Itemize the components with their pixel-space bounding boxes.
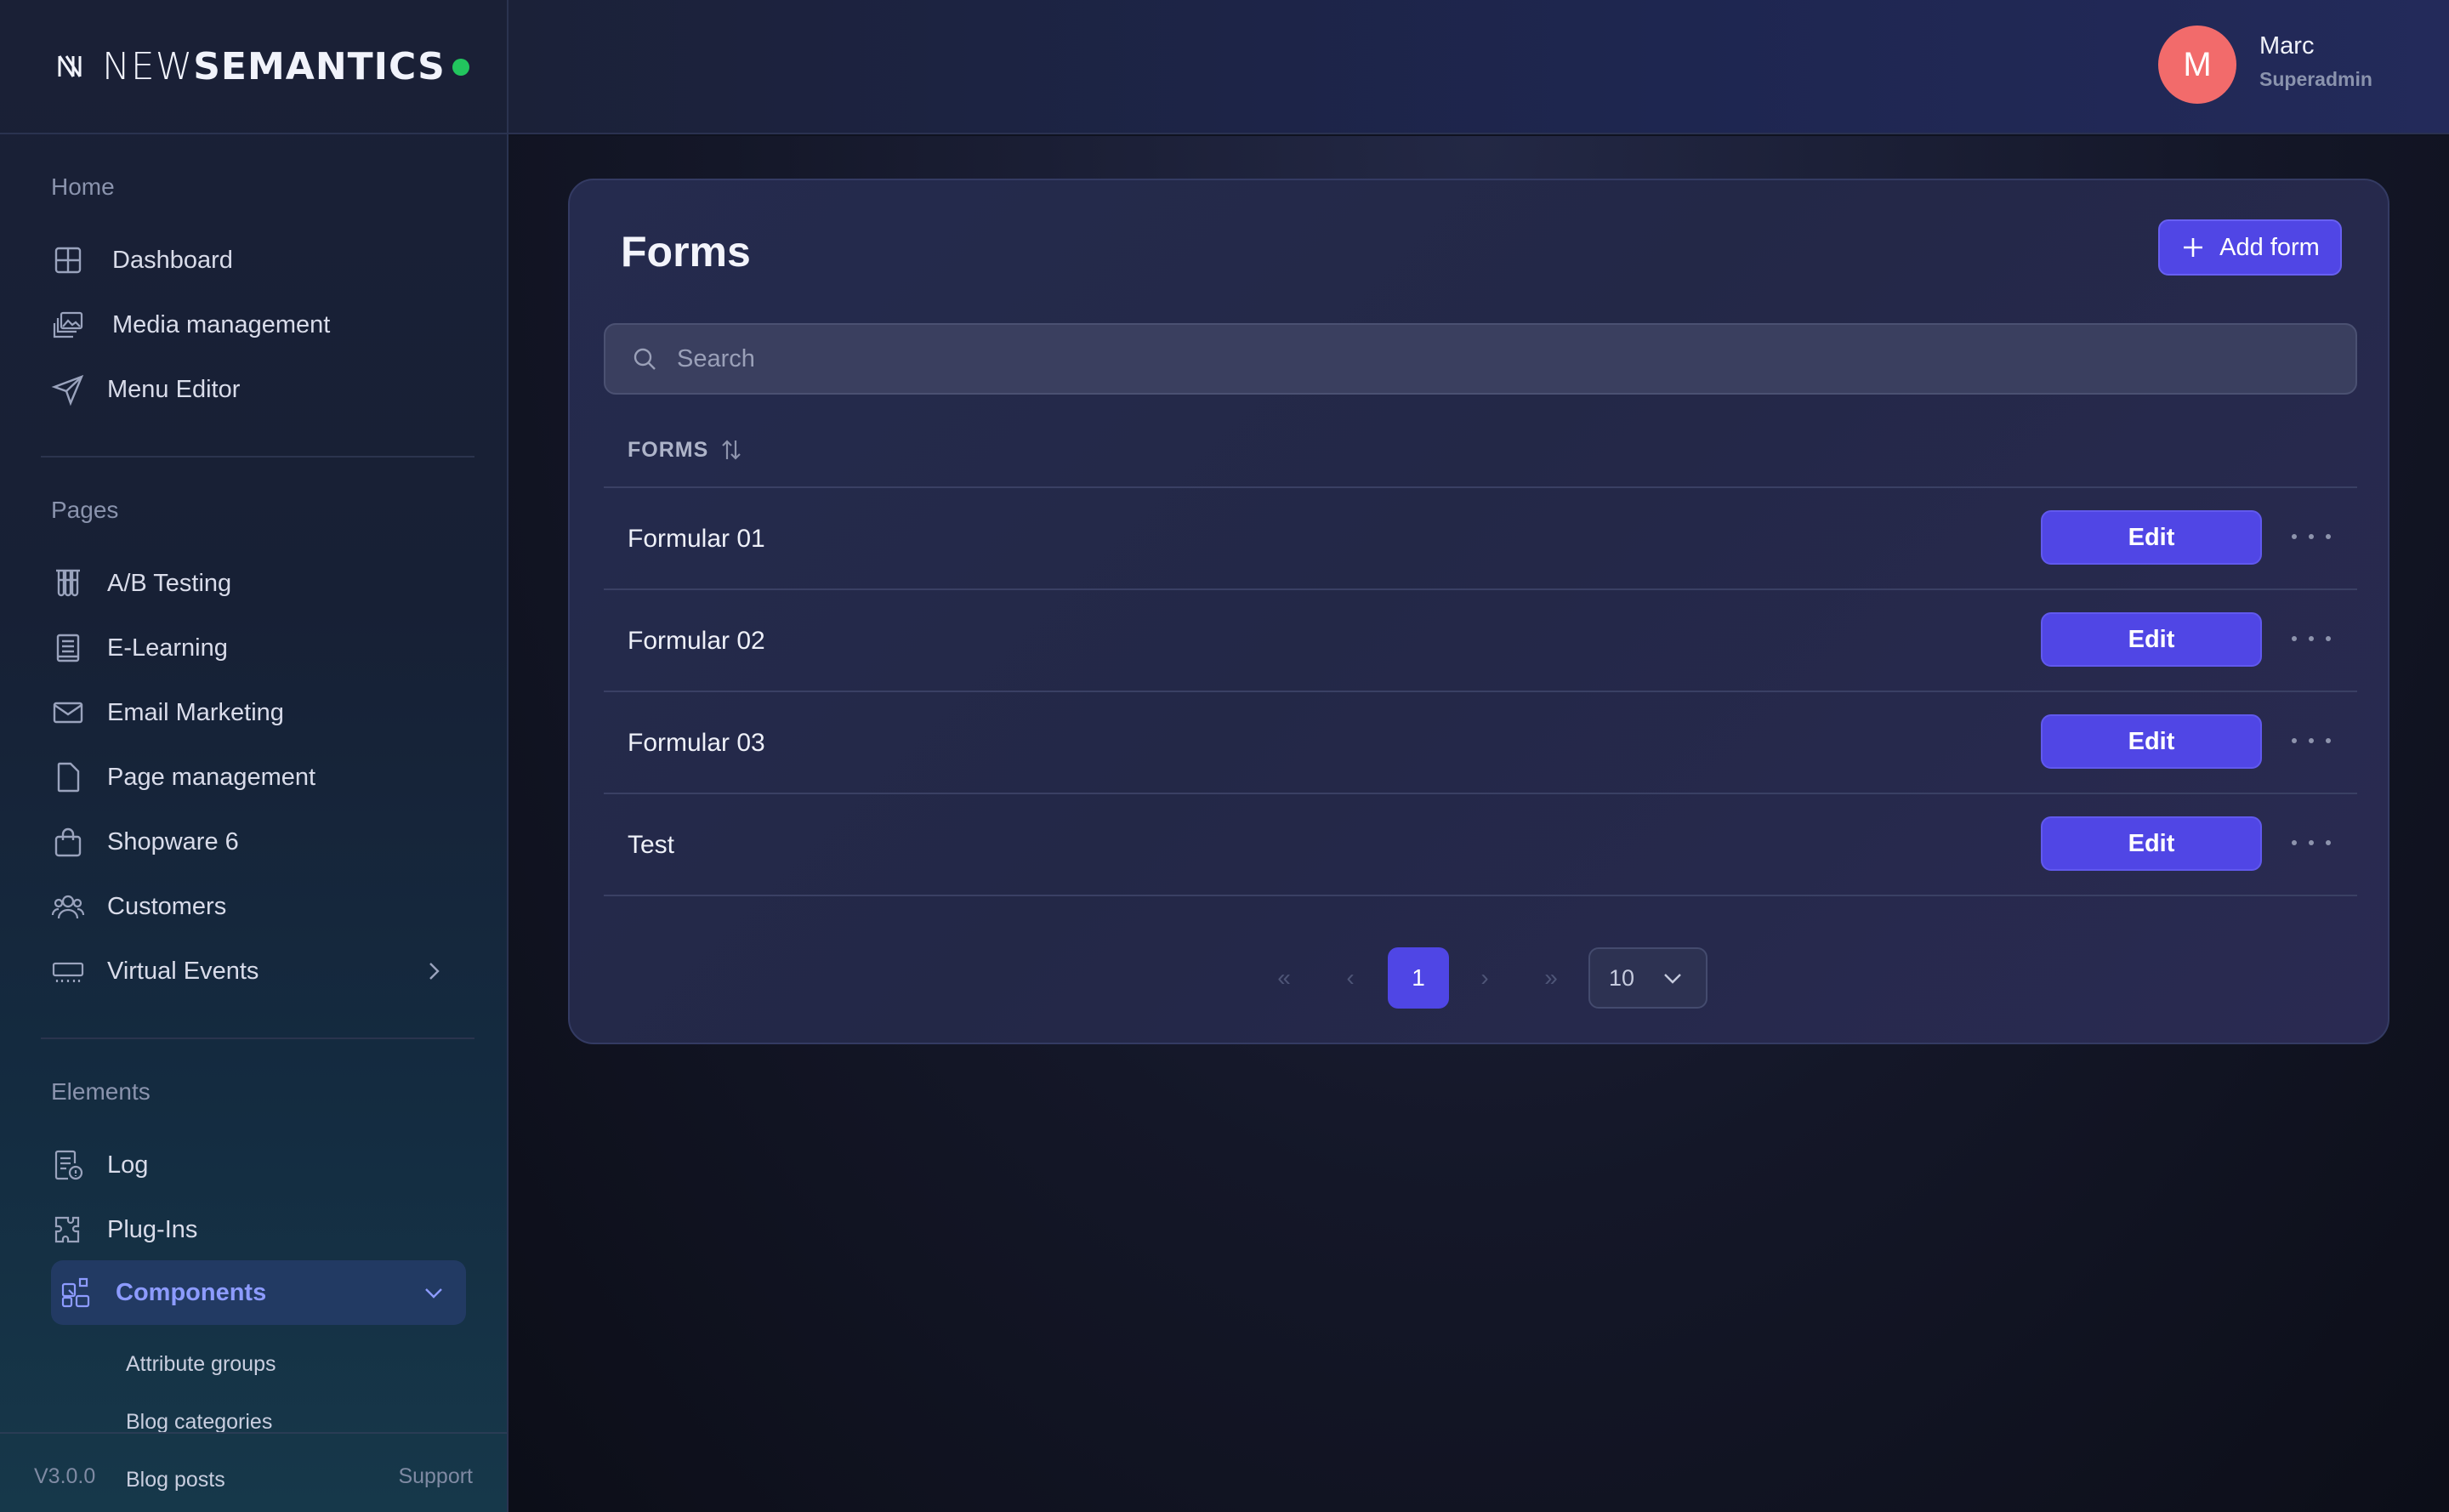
- table-row: Test Edit: [604, 793, 2357, 895]
- ticket-icon: [52, 962, 84, 982]
- status-dot: [452, 59, 469, 76]
- edit-button[interactable]: Edit: [2041, 612, 2262, 667]
- newsemantics-logo-icon: [58, 55, 82, 77]
- version-label: V3.0.0: [34, 1464, 96, 1488]
- support-link[interactable]: Support: [398, 1464, 473, 1489]
- per-page-value: 10: [1609, 964, 1635, 991]
- images-icon: [53, 311, 83, 338]
- sidebar-item-media-management[interactable]: Media management: [51, 298, 466, 352]
- table-bottom-border: [604, 895, 2357, 896]
- sidebar-subitem-blog-categories[interactable]: Blog categories: [126, 1410, 272, 1435]
- top-bar: M Marc Superadmin: [509, 0, 2449, 134]
- sidebar-item-dashboard[interactable]: Dashboard: [51, 233, 466, 287]
- sort-icon[interactable]: [719, 437, 744, 463]
- next-page-button[interactable]: ›: [1454, 947, 1515, 1009]
- plus-icon: [2184, 238, 2203, 257]
- sidebar-item-e-learning[interactable]: E-Learning: [51, 621, 466, 675]
- edit-button[interactable]: Edit: [2041, 714, 2262, 769]
- grid-icon: [54, 247, 82, 274]
- sidebar-item-label: E-Learning: [107, 634, 228, 662]
- sidebar-item-label: Customers: [107, 892, 227, 920]
- edit-button[interactable]: Edit: [2041, 510, 2262, 565]
- prev-page-button[interactable]: ‹: [1320, 947, 1381, 1009]
- table-row: Formular 01 Edit: [604, 486, 2357, 588]
- book-icon: [56, 634, 80, 662]
- sidebar-item-label: Plug-Ins: [107, 1215, 198, 1243]
- table-row: Formular 03 Edit: [604, 691, 2357, 793]
- add-form-label: Add form: [2219, 233, 2320, 261]
- more-options-icon[interactable]: [2292, 522, 2331, 551]
- send-icon: [51, 374, 84, 406]
- per-page-select[interactable]: 10: [1588, 947, 1707, 1009]
- sidebar-item-email-marketing[interactable]: Email Marketing: [51, 685, 466, 740]
- nav-divider: [41, 456, 474, 458]
- brand-name: NEWSEMANTICS: [102, 44, 446, 88]
- sidebar-item-components[interactable]: Components: [51, 1260, 466, 1325]
- sidebar-item-page-management[interactable]: Page management: [51, 750, 466, 804]
- search-icon: [634, 348, 656, 370]
- shopping-bag-icon: [54, 827, 82, 857]
- search-box[interactable]: [604, 323, 2357, 395]
- sidebar-item-label: Log: [107, 1151, 149, 1179]
- brand[interactable]: NEWSEMANTICS: [0, 0, 507, 134]
- sidebar-item-log[interactable]: Log: [51, 1138, 466, 1192]
- sidebar-item-label: Dashboard: [112, 246, 233, 274]
- pagination: « ‹ 1 › » 10: [570, 947, 2391, 1012]
- puzzle-icon: [54, 1216, 80, 1243]
- sidebar-item-label: Components: [116, 1278, 267, 1306]
- user-name[interactable]: Marc: [2259, 32, 2314, 60]
- sidebar-item-menu-editor[interactable]: Menu Editor: [51, 362, 466, 417]
- nav-section-home: Home: [51, 173, 115, 200]
- sidebar-item-label: A/B Testing: [107, 569, 232, 597]
- sidebar-item-ab-testing[interactable]: A/B Testing: [51, 556, 466, 611]
- sidebar-item-shopware-6[interactable]: Shopware 6: [51, 815, 466, 869]
- more-options-icon[interactable]: [2292, 624, 2331, 653]
- forms-column-header[interactable]: FORMS: [628, 437, 744, 463]
- form-name: Test: [628, 831, 675, 859]
- sidebar: NEWSEMANTICS Home Dashboard Media manage…: [0, 0, 509, 1512]
- first-page-button[interactable]: «: [1253, 947, 1315, 1009]
- sidebar-item-label: Shopware 6: [107, 827, 239, 855]
- components-icon: [61, 1277, 90, 1308]
- search-input[interactable]: [677, 344, 2293, 373]
- avatar[interactable]: M: [2158, 26, 2236, 104]
- main-content: Forms Add form FORMS Formular 01 Edit Fo…: [509, 136, 2449, 1512]
- user-role: Superadmin: [2259, 68, 2372, 90]
- forms-card: Forms Add form FORMS Formular 01 Edit Fo…: [568, 179, 2389, 1044]
- sidebar-item-label: Media management: [112, 310, 331, 338]
- more-options-icon[interactable]: [2292, 828, 2331, 857]
- form-name: Formular 01: [628, 525, 765, 553]
- log-icon: [54, 1150, 83, 1180]
- page-title: Forms: [621, 228, 751, 276]
- chevron-down-icon[interactable]: [422, 1281, 446, 1305]
- sidebar-item-label: Menu Editor: [107, 375, 241, 403]
- page-1-button[interactable]: 1: [1388, 947, 1449, 1009]
- table-row: Formular 02 Edit: [604, 588, 2357, 691]
- sidebar-subitem-attribute-groups[interactable]: Attribute groups: [126, 1352, 276, 1377]
- sidebar-item-label: Virtual Events: [107, 957, 259, 985]
- sidebar-item-customers[interactable]: Customers: [51, 879, 466, 934]
- chevron-down-icon: [1664, 974, 1681, 984]
- users-icon: [51, 895, 85, 919]
- file-icon: [57, 762, 80, 793]
- sidebar-subitem-blog-posts[interactable]: Blog posts: [126, 1468, 225, 1492]
- add-form-button[interactable]: Add form: [2158, 219, 2342, 276]
- sidebar-item-plug-ins[interactable]: Plug-Ins: [51, 1202, 466, 1257]
- nav-section-elements: Elements: [51, 1078, 151, 1105]
- more-options-icon[interactable]: [2292, 726, 2331, 755]
- mail-icon: [53, 702, 83, 724]
- sidebar-item-label: Page management: [107, 763, 316, 791]
- nav-divider: [41, 1037, 474, 1039]
- sidebar-item-label: Email Marketing: [107, 698, 284, 726]
- nav-section-pages: Pages: [51, 497, 119, 523]
- column-header-label: FORMS: [628, 437, 709, 462]
- form-name: Formular 03: [628, 729, 765, 757]
- sidebar-item-virtual-events[interactable]: Virtual Events: [51, 944, 466, 998]
- sidebar-footer: V3.0.0 Support: [0, 1432, 507, 1512]
- last-page-button[interactable]: »: [1520, 947, 1582, 1009]
- chevron-right-icon[interactable]: [422, 959, 446, 983]
- edit-button[interactable]: Edit: [2041, 816, 2262, 871]
- test-tubes-icon: [56, 569, 80, 597]
- form-name: Formular 02: [628, 627, 765, 655]
